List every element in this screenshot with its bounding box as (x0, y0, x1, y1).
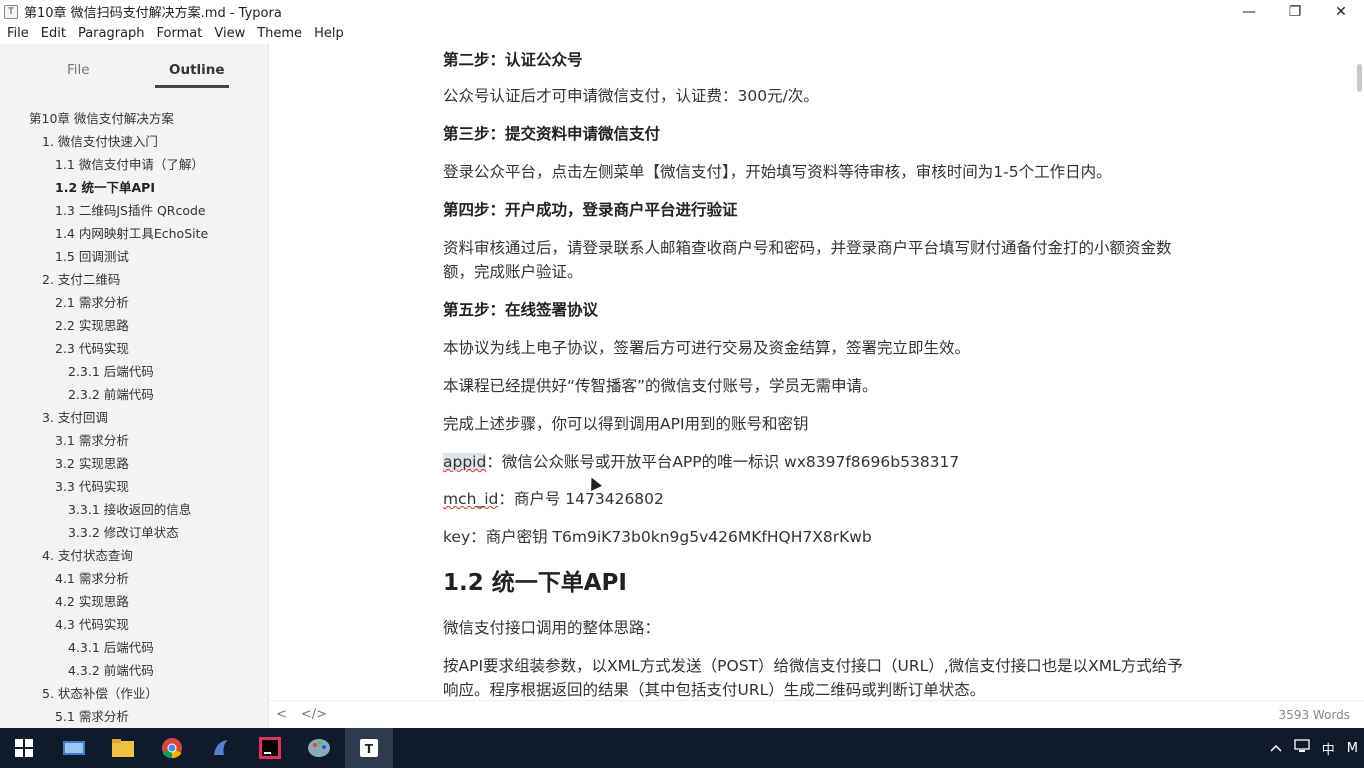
outline-item[interactable]: 4.1 需求分析 (0, 567, 268, 590)
idea-text: 微信支付接口调用的整体思路： (443, 619, 661, 637)
outline-item[interactable]: 3.3.1 接收返回的信息 (0, 498, 268, 521)
outline-item[interactable]: 5. 状态补偿（作业） (0, 682, 268, 705)
tray-expand-icon[interactable] (1264, 741, 1288, 756)
taskbar: T 中 M (0, 728, 1364, 768)
key-line: key：商户密钥 T6m9iK73b0kn9g5v426MKfHQH7X8rKw… (443, 528, 872, 546)
close-button[interactable]: ✕ (1318, 0, 1364, 23)
outline-item[interactable]: 4.3.1 后端代码 (0, 636, 268, 659)
menu-file[interactable]: File (2, 26, 34, 41)
typora-taskbar-icon[interactable]: T (345, 728, 393, 768)
scrollbar-thumb[interactable] (1357, 64, 1362, 92)
tab-file[interactable]: File (67, 62, 90, 78)
minimize-button[interactable]: — (1226, 0, 1272, 23)
outline-item[interactable]: 3. 支付回调 (0, 406, 268, 429)
toggle-sidebar-icon[interactable]: < (276, 707, 287, 722)
menu-edit[interactable]: Edit (36, 26, 71, 41)
section-heading: 1.2 统一下单API (443, 570, 627, 596)
outline-item[interactable]: 1.4 内网映射工具EchoSite (0, 222, 268, 245)
outline-item[interactable]: 3.1 需求分析 (0, 429, 268, 452)
step5-text: 本协议为线上电子协议，签署后方可进行交易及资金结算，签署完立即生效。 (443, 339, 971, 357)
course-note: 本课程已经提供好“传智播客”的微信支付账号，学员无需申请。 (443, 377, 878, 395)
sidebar-tabs: File Outline (0, 44, 268, 94)
outline-item[interactable]: 3.3.2 修改订单状态 (0, 521, 268, 544)
menu-bar: File Edit Paragraph Format View Theme He… (0, 23, 1364, 44)
menu-paragraph[interactable]: Paragraph (73, 26, 150, 41)
menu-format[interactable]: Format (152, 26, 208, 41)
outline-item[interactable]: 2.3.2 前端代码 (0, 383, 268, 406)
outline-item[interactable]: 1.1 微信支付申请（了解） (0, 153, 268, 176)
window-title: 第10章 微信扫码支付解决方案.md - Typora (24, 6, 282, 21)
outline-list: 第10章 微信支付解决方案 1. 微信支付快速入门 1.1 微信支付申请（了解） 1.… (0, 107, 268, 728)
pinned-app-icon[interactable] (50, 728, 98, 768)
tab-outline[interactable]: Outline (169, 62, 225, 78)
step3-heading: 第三步：提交资料申请微信支付 (443, 125, 661, 143)
outline-item[interactable]: 第10章 微信支付解决方案 (0, 107, 268, 130)
status-bar: < </> 3593 Words (270, 700, 1364, 728)
sidebar: File Outline 第10章 微信支付解决方案 1. 微信支付快速入门 1.1… (0, 44, 269, 728)
outline-item[interactable]: 1. 微信支付快速入门 (0, 130, 268, 153)
mchid-line: mch_id：商户号 1473426802 (443, 487, 664, 511)
appid-text: ：微信公众账号或开放平台APP的唯一标识 wx8397f8696b538317 (486, 453, 960, 471)
flow-text: 按API要求组装参数，以XML方式发送（POST）给微信支付接口（URL）,微信… (443, 657, 1183, 699)
outline-item[interactable]: 4.3 代码实现 (0, 613, 268, 636)
menu-help[interactable]: Help (309, 26, 349, 41)
intellij-idea-icon[interactable] (246, 728, 294, 768)
window-controls: — ❐ ✕ (1226, 0, 1364, 23)
title-bar: T 第10章 微信扫码支付解决方案.md - Typora — ❐ ✕ (0, 0, 1364, 23)
mchid-keyword: mch_id (443, 490, 499, 508)
outline-item[interactable]: 4.2 实现思路 (0, 590, 268, 613)
outline-item[interactable]: 3.2 实现思路 (0, 452, 268, 475)
step4-heading: 第四步：开户成功，登录商户平台进行验证 (443, 201, 738, 219)
active-tab-indicator (155, 85, 229, 88)
outline-item[interactable]: 2.3 代码实现 (0, 337, 268, 360)
step5-heading: 第五步：在线签署协议 (443, 301, 599, 319)
windows-start-icon[interactable] (0, 728, 48, 768)
step3-text: 登录公众平台，点击左侧菜单【微信支付】，开始填写资料等待审核，审核时间为1-5个… (443, 163, 1112, 181)
paint-app-icon[interactable] (295, 728, 343, 768)
outline-item[interactable]: 2.3.1 后端代码 (0, 360, 268, 383)
appid-line: appid：微信公众账号或开放平台APP的唯一标识 wx8397f8696b53… (443, 450, 959, 474)
editor-pane[interactable]: 第二步：认证公众号 公众号认证后才可申请微信支付，认证费：300元/次。 第三步… (270, 44, 1364, 700)
network-icon[interactable] (1288, 739, 1316, 757)
step2-text: 公众号认证后才可申请微信支付，认证费：300元/次。 (443, 87, 819, 105)
restore-button[interactable]: ❐ (1272, 0, 1318, 23)
done-note: 完成上述步骤，你可以得到调用API用到的账号和密钥 (443, 415, 809, 433)
ime-mode-indicator[interactable]: M (1341, 741, 1364, 756)
step2-heading: 第二步：认证公众号 (443, 51, 583, 69)
outline-item[interactable]: 1.2 统一下单API (0, 176, 268, 199)
outline-item[interactable]: 2. 支付二维码 (0, 268, 268, 291)
menu-view[interactable]: View (209, 26, 250, 41)
appid-keyword: appid (443, 453, 487, 471)
outline-item[interactable]: 5.1 需求分析 (0, 705, 268, 728)
outline-item[interactable]: 1.5 回调测试 (0, 245, 268, 268)
ime-indicator[interactable]: 中 (1316, 739, 1341, 758)
status-left: < </> (276, 707, 327, 722)
typora-app-icon: T (4, 4, 18, 19)
outline-item[interactable]: 2.2 实现思路 (0, 314, 268, 337)
outline-item[interactable]: 4. 支付状态查询 (0, 544, 268, 567)
file-explorer-icon[interactable] (99, 728, 147, 768)
menu-theme[interactable]: Theme (252, 26, 307, 41)
system-tray: 中 M (1264, 728, 1364, 768)
dolphin-app-icon[interactable] (197, 728, 245, 768)
step4-text: 资料审核通过后，请登录联系人邮箱查收商户号和密码，并登录商户平台填写财付通备付金… (443, 239, 1172, 281)
outline-item[interactable]: 1.3 二维码JS插件 QRcode (0, 199, 268, 222)
outline-item[interactable]: 3.3 代码实现 (0, 475, 268, 498)
outline-item[interactable]: 2.1 需求分析 (0, 291, 268, 314)
chrome-icon[interactable] (148, 728, 196, 768)
svg-text:T: T (365, 742, 374, 756)
mchid-text: ：商户号 1473426802 (498, 490, 664, 508)
word-count[interactable]: 3593 Words (1279, 708, 1350, 722)
outline-item[interactable]: 4.3.2 前端代码 (0, 659, 268, 682)
source-mode-icon[interactable]: </> (301, 707, 327, 722)
